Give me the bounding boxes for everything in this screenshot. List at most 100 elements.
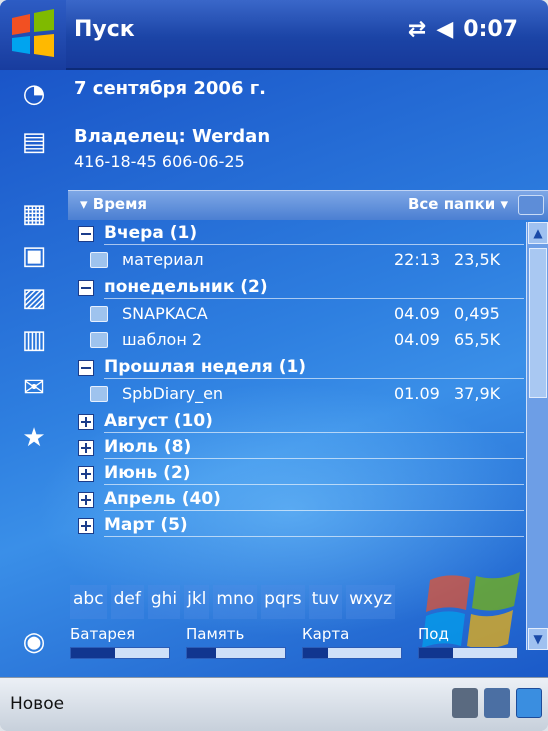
sort-label: Время [92,195,148,213]
new-softkey[interactable]: Новое [10,694,64,714]
group-divider [104,298,524,299]
input-panel-icon[interactable] [516,688,542,718]
alphabet-key[interactable]: abc [70,585,107,619]
owner-phone: 416-18-45 606-06-25 [74,152,245,171]
scroll-down-icon[interactable]: ▼ [528,628,548,650]
memory-card-icon[interactable]: ◉ [18,626,50,658]
calendar-icon[interactable]: ▦ [18,198,50,230]
group-label: Август (10) [104,411,213,431]
tasks-icon[interactable]: ▣ [18,240,50,272]
status-meters: Батарея Память Карта Под [70,625,530,675]
group-row[interactable]: Апрель (40) [68,488,524,512]
keyboard-icon[interactable] [484,688,510,718]
file-name: шаблон 2 [122,330,203,349]
expand-icon[interactable] [78,466,94,482]
alphabet-key[interactable]: def [110,585,144,619]
group-row[interactable]: Март (5) [68,514,524,538]
group-divider [104,378,524,379]
group-label: Апрель (40) [104,489,221,509]
clock-icon[interactable]: ◔ [18,78,50,110]
group-label: Июнь (2) [104,463,191,483]
folders-dropdown[interactable]: Все папки ▾ [408,195,508,213]
file-date: 22:13 [394,250,441,269]
file-size: 65,5K [454,330,501,349]
scroll-thumb[interactable] [529,248,547,398]
alphabet-key[interactable]: jkl [184,585,210,619]
inbox-icon[interactable]: ✉ [18,372,50,404]
pocketpc-screen: Пуск ⇄ ◀ 0:07 ◔ ▤ ▦ ▣ ▨ ▥ ✉ ★ ◉ 7 сентяб… [0,0,548,731]
panel-menu-button[interactable] [518,195,544,215]
group-row[interactable]: Вчера (1) [68,222,524,246]
meter-bar [186,647,286,659]
owner-card-icon[interactable]: ▤ [18,126,50,158]
document-icon [90,332,108,348]
tray-icons [452,688,542,718]
meter-bar [302,647,402,659]
group-row[interactable]: Август (10) [68,410,524,434]
title-bar: Пуск ⇄ ◀ 0:07 [0,0,548,70]
file-size: 23,5K [454,250,501,269]
pictures-icon[interactable]: ▨ [18,282,50,314]
expand-icon[interactable] [78,492,94,508]
file-name: SNAPKACA [122,304,208,323]
group-row[interactable]: Июнь (2) [68,462,524,486]
group-label: Март (5) [104,515,188,535]
meter[interactable]: Под [418,625,528,659]
collapse-icon[interactable] [78,280,94,296]
meter[interactable]: Карта [302,625,412,659]
scroll-up-icon[interactable]: ▲ [528,222,548,244]
file-row[interactable]: SNAPKACA 04.09 0,495 [68,302,524,326]
file-row[interactable]: шаблон 2 04.09 65,5K [68,328,524,352]
alphabet-key[interactable]: wxyz [346,585,396,619]
start-button[interactable] [0,0,66,70]
file-date: 04.09 [394,304,440,323]
folders-label: Все папки [407,195,496,213]
star-icon[interactable]: ★ [18,422,50,454]
sort-dropdown[interactable]: ▾ Время [80,195,147,213]
expand-icon[interactable] [78,440,94,456]
group-row[interactable]: понедельник (2) [68,276,524,300]
meter-fill [187,648,217,658]
today-screen: ◔ ▤ ▦ ▣ ▨ ▥ ✉ ★ ◉ 7 сентября 2006 г. Вла… [0,70,548,677]
today-date[interactable]: 7 сентября 2006 г. [74,78,266,99]
expand-icon[interactable] [78,518,94,534]
file-name: SpbDiary_en [122,384,224,403]
meter-bar [418,647,518,659]
alphabet-key[interactable]: pqrs [261,585,305,619]
expand-icon[interactable] [78,414,94,430]
clock[interactable]: 0:07 [463,17,518,42]
windows-flag-icon [12,9,54,57]
group-label: Июль (8) [104,437,192,457]
alphabet-key[interactable]: mno [213,585,258,619]
collapse-icon[interactable] [78,360,94,376]
file-row[interactable]: SpbDiary_en 01.09 37,9K [68,382,524,406]
group-row[interactable]: Июль (8) [68,436,524,460]
meter[interactable]: Батарея [70,625,180,659]
meter-bar [70,647,170,659]
meter[interactable]: Память [186,625,296,659]
file-date: 04.09 [394,330,440,349]
status-area[interactable]: ⇄ ◀ 0:07 [408,17,518,42]
meter-label: Под [418,625,449,643]
alphabet-key[interactable]: tuv [308,585,343,619]
file-row[interactable]: материал 22:13 23,5K [68,248,524,272]
page-title: Пуск [74,17,135,42]
group-row[interactable]: Прошлая неделя (1) [68,356,524,380]
file-size: 37,9K [454,384,501,403]
meter-label: Память [186,625,245,643]
meter-label: Карта [302,625,350,643]
document-icon [90,386,108,402]
collapse-icon[interactable] [78,226,94,242]
connection-icon[interactable] [452,688,478,718]
sync-arrows-icon[interactable]: ⇄ [408,17,426,42]
file-list: Вчера (1) материал 22:13 23,5K понедельник (… [68,222,524,582]
group-divider [104,484,524,485]
file-size: 0,495 [454,304,500,323]
alphabet-key[interactable]: ghi [147,585,181,619]
meter-fill [71,648,116,658]
notes-icon[interactable]: ▥ [18,324,50,356]
owner-name[interactable]: Владелец: Werdan [74,126,270,147]
group-divider [104,536,524,537]
group-divider [104,458,524,459]
speaker-icon[interactable]: ◀ [436,17,453,42]
